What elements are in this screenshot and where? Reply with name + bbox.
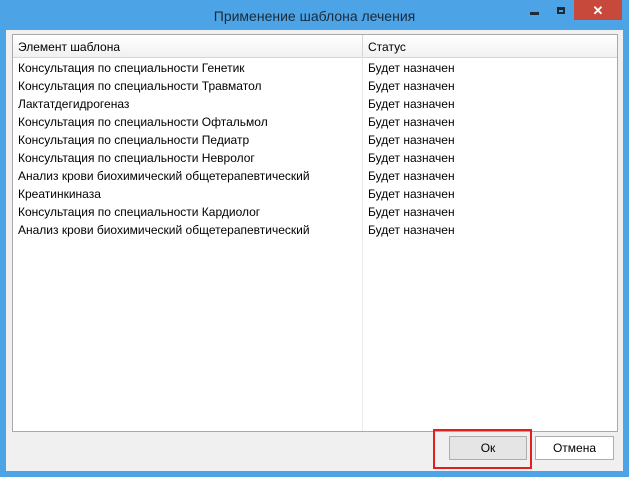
element-cell: Анализ крови биохимический общетерапевти… (13, 166, 363, 184)
grid-rows: Консультация по специальности Генетик Бу… (13, 58, 617, 238)
element-cell: Консультация по специальности Педиатр (13, 130, 363, 148)
column-header-status[interactable]: Статус (363, 35, 611, 57)
template-items-grid[interactable]: Элемент шаблона Статус Консультация по с… (12, 34, 618, 432)
table-row[interactable]: Лактатдегидрогеназ Будет назначен (13, 94, 617, 112)
minimize-icon (530, 11, 539, 15)
close-icon: ✕ (592, 2, 604, 18)
status-cell: Будет назначен (368, 97, 455, 111)
maximize-icon (557, 6, 565, 14)
element-cell: Консультация по специальности Невролог (13, 148, 363, 166)
element-cell: Консультация по специальности Кардиолог (13, 202, 363, 220)
table-row[interactable]: Анализ крови биохимический общетерапевти… (13, 220, 617, 238)
column-header-element[interactable]: Элемент шаблона (13, 35, 363, 57)
table-row[interactable]: Консультация по специальности Генетик Бу… (13, 58, 617, 76)
element-cell: Анализ крови биохимический общетерапевти… (13, 220, 363, 238)
status-cell: Будет назначен (368, 79, 455, 93)
dialog-window: Применение шаблона лечения ✕ Элемент шаб… (0, 0, 629, 477)
title-bar[interactable]: Применение шаблона лечения ✕ (0, 0, 629, 31)
table-row[interactable]: Консультация по специальности Невролог Б… (13, 148, 617, 166)
element-cell: Консультация по специальности Травматол (13, 76, 363, 94)
status-cell: Будет назначен (368, 61, 455, 75)
element-cell: Креатинкиназа (13, 184, 363, 202)
close-button[interactable]: ✕ (574, 0, 622, 20)
status-cell: Будет назначен (368, 151, 455, 165)
table-row[interactable]: Консультация по специальности Офтальмол … (13, 112, 617, 130)
cancel-button[interactable]: Отмена (535, 436, 614, 460)
element-cell: Консультация по специальности Офтальмол (13, 112, 363, 130)
table-row[interactable]: Консультация по специальности Кардиолог … (13, 202, 617, 220)
grid-header: Элемент шаблона Статус (13, 35, 617, 58)
status-cell: Будет назначен (368, 133, 455, 147)
table-row[interactable]: Креатинкиназа Будет назначен (13, 184, 617, 202)
status-cell: Будет назначен (368, 169, 455, 183)
element-cell: Лактатдегидрогеназ (13, 94, 363, 112)
table-row[interactable]: Анализ крови биохимический общетерапевти… (13, 166, 617, 184)
ok-highlight-frame (433, 429, 532, 469)
status-cell: Будет назначен (368, 115, 455, 129)
element-cell: Консультация по специальности Генетик (13, 58, 363, 76)
status-cell: Будет назначен (368, 205, 455, 219)
table-row[interactable]: Консультация по специальности Педиатр Бу… (13, 130, 617, 148)
status-cell: Будет назначен (368, 187, 455, 201)
status-cell: Будет назначен (368, 223, 455, 237)
table-row[interactable]: Консультация по специальности Травматол … (13, 76, 617, 94)
minimize-button[interactable] (521, 0, 548, 20)
dialog-client-area: Элемент шаблона Статус Консультация по с… (6, 30, 623, 471)
maximize-button[interactable] (548, 0, 574, 20)
